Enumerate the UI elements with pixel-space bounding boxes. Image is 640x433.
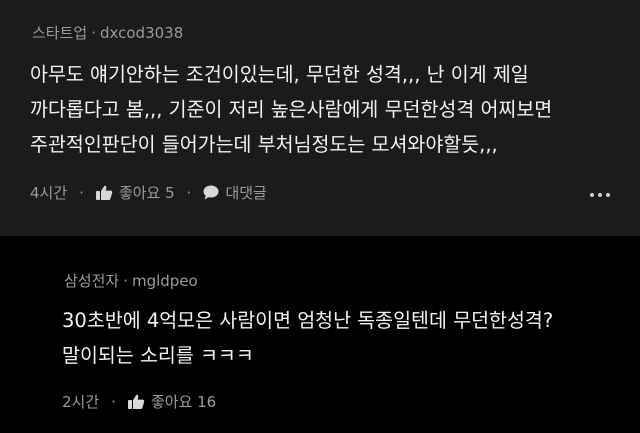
thumbs-up-icon [95,185,113,201]
comment-time: 4시간 [30,184,68,202]
action-separator: · [111,392,116,411]
reply-card: 삼성전자 · mgldpeo 30초반에 4억모은 사람이면 엄청난 독종일텐데 무… [0,236,640,433]
comment-body: 아무도 얘기안하는 조건이있는데, 무던한 성격,,, 난 이게 제일 까다롭다… [30,57,552,162]
comment-line: 주관적인판단이 들어가는데 부처님정도는 모셔와야할듯,,, [30,133,498,156]
more-dot [590,193,594,197]
more-options-icon[interactable] [590,193,610,197]
like-count-label: 좋아요 16 [150,393,217,411]
reply-button[interactable]: 대댓글 [203,182,267,203]
comment-line: 30초반에 4억모은 사람이면 엄청난 독종일텐데 무던한성격? [62,309,554,332]
more-dot [606,193,610,197]
comment-actions: 4시간 · 좋아요 5 · 대댓글 [30,182,267,203]
comment-line: 까다롭다고 봄,,, 기준이 저리 높은사람에게 무던한성격 어찌보면 [30,98,553,121]
author-username[interactable]: mgldpeo [132,272,198,290]
comment-line: 아무도 얘기안하는 조건이있는데, 무던한 성격,,, 난 이게 제일 [30,63,529,86]
comment-author-meta: 삼성전자 · mgldpeo [64,270,198,291]
comment-actions: 2시간 · 좋아요 16 [62,391,216,412]
comment-time: 2시간 [62,393,100,411]
comment-author-meta: 스타트업 · dxcod3038 [32,22,183,43]
comment-line: 말이되는 소리를 ㅋㅋㅋ [62,344,254,367]
action-separator: · [79,183,84,202]
author-company: 스타트업 [32,24,88,42]
meta-separator: · [123,272,128,290]
action-separator: · [186,183,192,202]
like-button[interactable]: 좋아요 5 [95,182,175,203]
comment-card: 스타트업 · dxcod3038 아무도 얘기안하는 조건이있는데, 무던한 성격,… [0,0,640,236]
meta-separator: · [91,24,96,42]
like-button[interactable]: 좋아요 16 [127,391,217,412]
comment-body: 30초반에 4억모은 사람이면 엄청난 독종일텐데 무던한성격? 말이되는 소리… [62,303,553,373]
more-dot [598,193,602,197]
speech-bubble-icon [203,185,219,200]
author-username[interactable]: dxcod3038 [100,24,183,42]
thumbs-up-icon [127,394,145,410]
like-count-label: 좋아요 5 [118,184,175,202]
reply-label: 대댓글 [225,184,267,202]
author-company: 삼성전자 [64,272,120,290]
